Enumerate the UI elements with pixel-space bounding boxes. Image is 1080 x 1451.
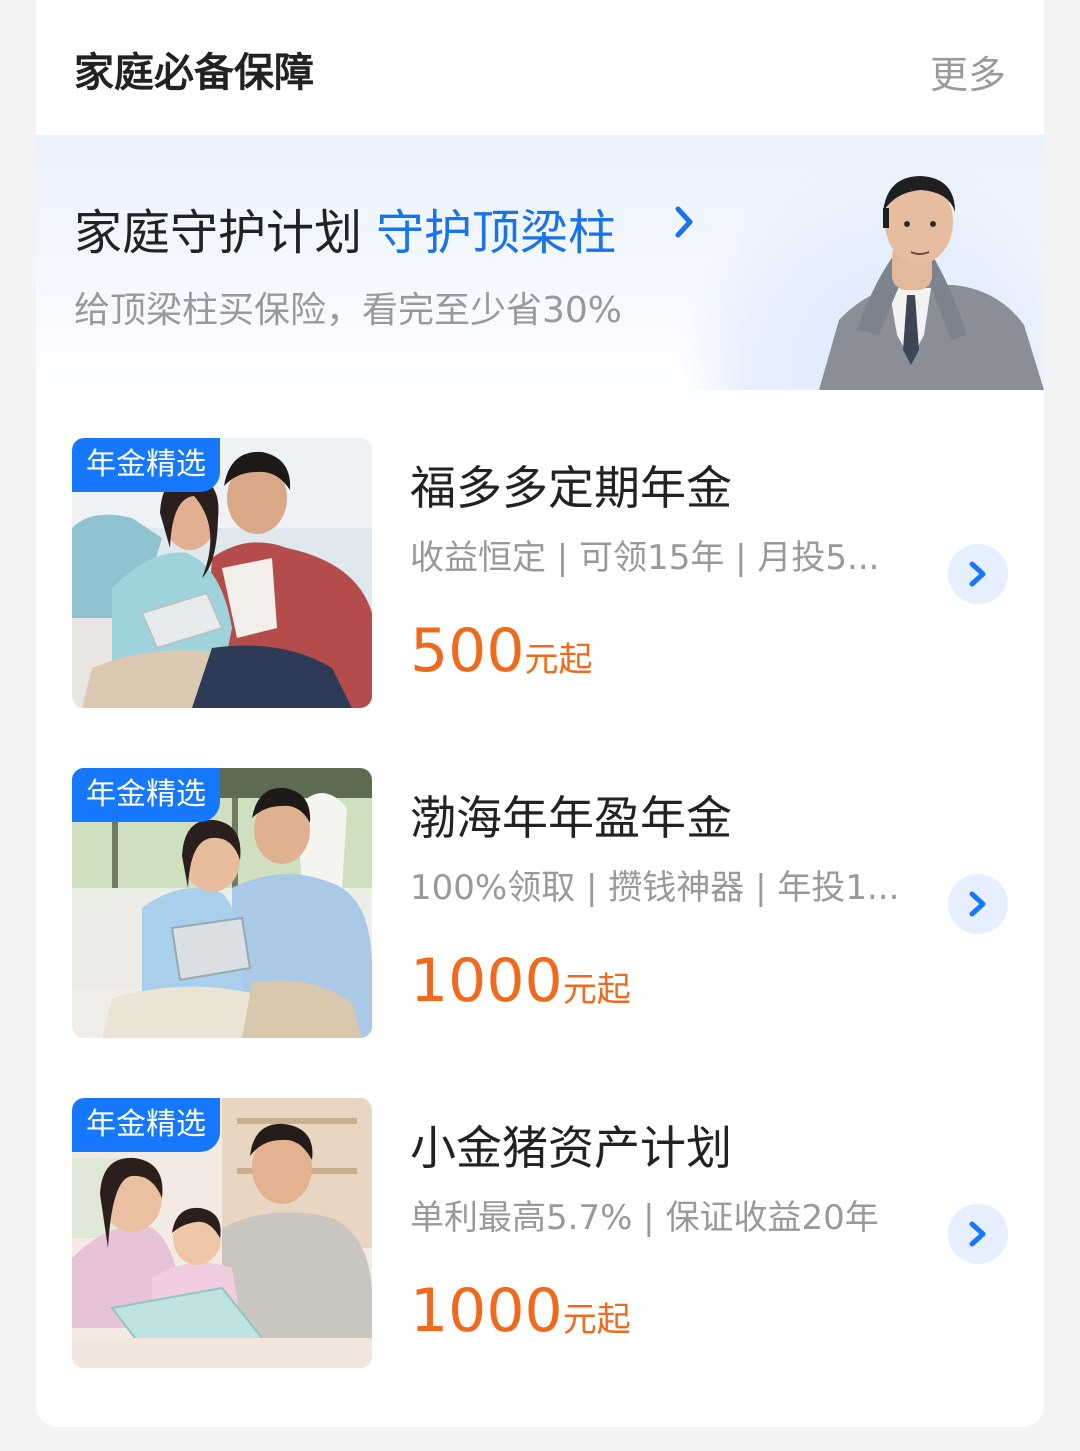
product-item[interactable]: 年金精选 福多多定期年金 收益恒定 | 可领15年 | 月投5... 500元起 — [72, 438, 1008, 708]
product-price: 1000元起 — [410, 946, 631, 1016]
banner-subtitle: 给顶梁柱买保险，看完至少省30% — [74, 290, 623, 331]
product-thumbnail: 年金精选 — [72, 1098, 372, 1368]
chevron-right-icon — [675, 206, 693, 238]
product-price: 1000元起 — [410, 1276, 631, 1346]
chevron-right-icon — [969, 1221, 986, 1247]
businessman-photo — [819, 176, 1044, 390]
price-amount: 500 — [410, 616, 525, 686]
product-description: 单利最高5.7% | 保证收益20年 — [410, 1198, 879, 1238]
section-title: 家庭必备保障 — [74, 50, 314, 96]
product-detail-button[interactable] — [948, 1204, 1008, 1264]
product-detail-button[interactable] — [948, 874, 1008, 934]
price-unit: 元起 — [562, 970, 631, 1010]
banner-title-text: 家庭守护计划 — [74, 205, 363, 261]
price-unit: 元起 — [524, 640, 593, 680]
product-thumbnail: 年金精选 — [72, 768, 372, 1038]
product-title: 福多多定期年金 — [410, 461, 732, 515]
family-insurance-card: 家庭必备保障 更多 家庭守护计划守护顶梁柱 给顶梁柱买保险，看完至少省30% — [36, 0, 1044, 1427]
more-link[interactable]: 更多 — [930, 44, 1006, 99]
product-description: 收益恒定 | 可领15年 | 月投5... — [410, 538, 880, 578]
product-thumbnail: 年金精选 — [72, 438, 372, 708]
banner-highlight-text: 守护顶梁柱 — [376, 205, 617, 261]
chevron-right-icon — [969, 891, 986, 917]
product-title: 小金猪资产计划 — [410, 1121, 732, 1175]
price-amount: 1000 — [410, 946, 563, 1016]
chevron-right-icon — [969, 561, 986, 587]
family-protection-banner[interactable]: 家庭守护计划 守护顶梁柱 给顶梁柱买保险，看完至少省30% — [36, 135, 1044, 390]
product-title: 渤海年年盈年金 — [410, 791, 732, 845]
product-tag: 年金精选 — [72, 438, 220, 492]
product-description: 100%领取 | 攒钱神器 | 年投1... — [410, 868, 900, 908]
section-header: 家庭必备保障 更多 — [36, 0, 1044, 135]
product-price: 500元起 — [410, 616, 593, 686]
product-detail-button[interactable] — [948, 544, 1008, 604]
price-amount: 1000 — [410, 1276, 563, 1346]
product-item[interactable]: 年金精选 小金猪资产计划 单利最高5.7% | 保证收益20年 1000元起 — [72, 1098, 1008, 1368]
product-tag: 年金精选 — [72, 768, 220, 822]
product-item[interactable]: 年金精选 渤海年年盈年金 100%领取 | 攒钱神器 | 年投1... 1000… — [72, 768, 1008, 1038]
price-unit: 元起 — [562, 1300, 631, 1340]
product-tag: 年金精选 — [72, 1098, 220, 1152]
banner-title: 家庭守护计划 守护顶梁柱 — [74, 193, 616, 263]
